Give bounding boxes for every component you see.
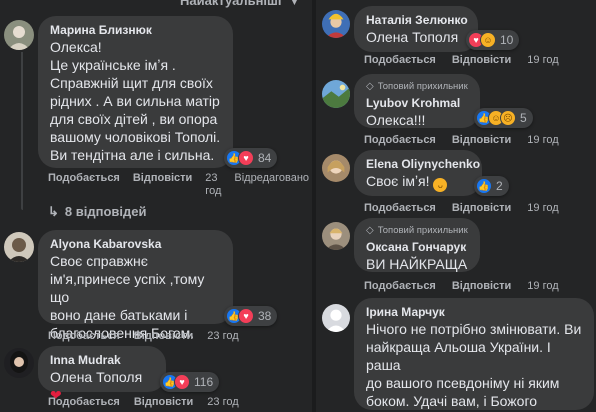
comment-author[interactable]: Ірина Марчук	[366, 304, 582, 320]
reaction-summary[interactable]: 👍 ☺ ☹ 5	[474, 108, 533, 128]
comment-bubble: ◇ Топовий прихильник Lyubov Krohmal Олекс…	[354, 74, 480, 128]
avatar[interactable]	[322, 304, 350, 332]
replies-count: 8 відповідей	[64, 204, 147, 219]
reaction-count: 5	[520, 111, 527, 125]
comment-actions: Подобається Відповісти 19 год	[364, 280, 559, 292]
like-button[interactable]: Подобається	[48, 330, 120, 342]
comment-author[interactable]: Наталія Зелюнко	[366, 12, 468, 28]
badge-label: Топовий прихильник	[377, 81, 468, 92]
reaction-summary[interactable]: 👍 ♥ 84	[224, 148, 278, 168]
timestamp[interactable]: 19 год	[527, 202, 558, 214]
reaction-count: 38	[258, 309, 272, 323]
comment-author[interactable]: Оксана Гончарук	[366, 239, 468, 255]
reaction-summary[interactable]: 👍 2	[474, 176, 509, 196]
timestamp[interactable]: 19 год	[527, 280, 558, 292]
top-fan-badge: ◇ Топовий прихильник	[366, 80, 468, 94]
reaction-summary[interactable]: 👍 ♥ 116	[160, 372, 220, 392]
like-button[interactable]: Подобається	[48, 396, 120, 408]
reaction-count: 10	[500, 33, 514, 47]
reply-arrow-icon: ↳	[48, 204, 59, 219]
badge-label: Топовий прихильник	[377, 225, 468, 236]
avatar[interactable]	[322, 80, 350, 108]
chevron-down-icon: ▼	[289, 0, 300, 8]
sort-dropdown[interactable]: Найактуальніші ▼	[180, 0, 299, 8]
comment-bubble: Ірина Марчук Нічого не потрібно змінюват…	[354, 298, 594, 412]
reaction-summary[interactable]: 👍 ♥ 38	[224, 306, 278, 326]
diamond-icon: ◇	[366, 81, 374, 92]
avatar[interactable]	[322, 154, 350, 182]
comment-bubble: Elena Oliynychenko Своє імʼя! ᴗ	[354, 150, 482, 196]
care-icon: ☹	[500, 110, 516, 126]
right-comments-panel: Наталія Зелюнко Олена Тополя ♥ ☺ 10 Подоб…	[316, 0, 596, 412]
reply-button[interactable]: Відповісти	[452, 202, 511, 214]
timestamp[interactable]: 23 год	[207, 330, 238, 342]
reply-button[interactable]: Відповісти	[133, 172, 192, 198]
like-button[interactable]: Подобається	[364, 280, 436, 292]
like-icon: 👍	[476, 178, 492, 194]
timestamp[interactable]: 19 год	[527, 134, 558, 146]
comment-bubble: ◇ Топовий прихильник Оксана Гончарук ВИ Н…	[354, 218, 480, 272]
edited-label: Відредаговано	[234, 172, 310, 184]
comment-text: Олекса!!!	[366, 112, 426, 128]
avatar[interactable]	[4, 20, 34, 50]
sort-label: Найактуальніші	[180, 0, 282, 8]
comment-bubble: Inna Mudrak Олена Тополя ❤	[38, 346, 166, 403]
reaction-count: 84	[258, 151, 272, 165]
reply-button[interactable]: Відповісти	[134, 396, 193, 408]
comment-text: Своє справжнє ім'я,принесе успіх ,тому щ…	[50, 253, 205, 341]
comment-bubble: Alyona Kabarovska Своє справжнє ім'я,при…	[38, 230, 233, 341]
love-icon: ♥	[238, 150, 254, 166]
comment-text: Своє імʼя!	[366, 173, 430, 189]
comment-actions: Подобається Відповісти 23 год	[48, 330, 239, 342]
thread-line	[21, 52, 23, 198]
comment-text: Олена Тополя	[366, 29, 459, 45]
like-button[interactable]: Подобається	[48, 172, 120, 198]
comment-text-row: Своє імʼя! ᴗ	[366, 172, 470, 192]
left-comments-panel: Найактуальніші ▼ Марина Близнюк Олекса! Ц…	[0, 0, 312, 412]
comment-author[interactable]: Alyona Kabarovska	[50, 236, 221, 252]
comment-bubble: Марина Близнюк Олекса! Це українське імʼ…	[38, 16, 233, 168]
like-button[interactable]: Подобається	[364, 54, 436, 66]
timestamp[interactable]: 19 год	[527, 54, 558, 66]
comment-bubble: Наталія Зелюнко Олена Тополя	[354, 6, 478, 52]
reaction-count: 2	[496, 179, 503, 193]
avatar[interactable]	[322, 10, 350, 38]
reply-button[interactable]: Відповісти	[452, 134, 511, 146]
comment-actions: Подобається Відповісти 19 год	[364, 134, 559, 146]
top-fan-badge: ◇ Топовий прихильник	[366, 224, 468, 238]
reaction-count: 116	[194, 375, 214, 389]
care-icon: ☺	[480, 32, 496, 48]
comment-text: Олена Тополя	[50, 369, 143, 385]
love-icon: ♥	[174, 374, 190, 390]
avatar[interactable]	[322, 222, 350, 250]
view-replies-button[interactable]: ↳ 8 відповідей	[48, 204, 146, 220]
like-button[interactable]: Подобається	[364, 202, 436, 214]
diamond-icon: ◇	[366, 225, 374, 236]
comment-author[interactable]: Марина Близнюк	[50, 22, 221, 38]
comment-author[interactable]: Lyubov Krohmal	[366, 95, 468, 111]
smile-emoji-icon: ᴗ	[433, 178, 448, 192]
comment-author[interactable]: Inna Mudrak	[50, 352, 154, 368]
reply-button[interactable]: Відповісти	[452, 54, 511, 66]
like-button[interactable]: Подобається	[364, 134, 436, 146]
avatar[interactable]	[4, 348, 34, 378]
reply-button[interactable]: Відповісти	[452, 280, 511, 292]
reply-button[interactable]: Відповісти	[134, 330, 193, 342]
comment-actions: Подобається Відповісти 19 год	[364, 202, 559, 214]
comment-author[interactable]: Elena Oliynychenko	[366, 156, 480, 172]
comment-actions: Подобається Відповісти 23 год	[48, 396, 239, 408]
comment-actions: Подобається Відповісти 23 год Відредагов…	[48, 172, 309, 198]
comment-actions: Подобається Відповісти 19 год	[364, 54, 559, 66]
thread-branch	[21, 196, 23, 210]
comment-text: ВИ НАЙКРАЩА	[366, 256, 468, 272]
timestamp[interactable]: 23 год	[207, 396, 238, 408]
comment-text: Олекса! Це українське імʼя . Справжній щ…	[50, 39, 221, 163]
love-icon: ♥	[238, 308, 254, 324]
avatar[interactable]	[4, 232, 34, 262]
comment-text: Нічого не потрібно змінювати. Ви найкращ…	[366, 321, 582, 412]
timestamp[interactable]: 23 год	[205, 172, 221, 198]
reaction-summary[interactable]: ♥ ☺ 10	[466, 30, 520, 50]
